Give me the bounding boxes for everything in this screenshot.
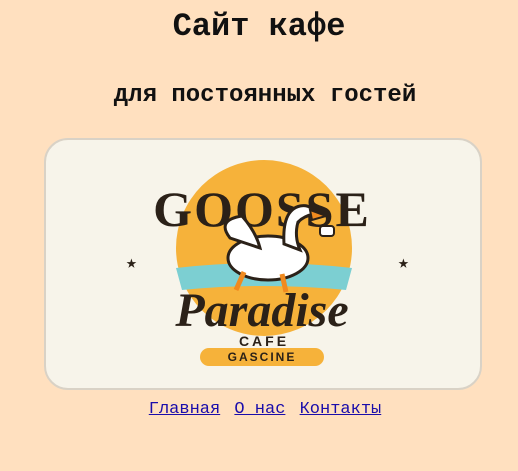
page-title: Сайт кафе bbox=[172, 8, 346, 45]
logo-top-text: GOOSSE bbox=[153, 181, 371, 237]
goose-paradise-logo: GOOSSE ★ ★ Paradise CAFE GASCINE bbox=[126, 160, 409, 366]
star-icon: ★ bbox=[398, 254, 409, 274]
nav-link-about[interactable]: О нас bbox=[234, 400, 285, 419]
logo-ribbon-text: GASCINE bbox=[228, 350, 297, 364]
star-icon: ★ bbox=[126, 254, 137, 274]
coffee-cup-icon bbox=[319, 225, 335, 237]
nav-link-home[interactable]: Главная bbox=[149, 400, 220, 419]
logo-cafe-text: CAFE bbox=[239, 333, 289, 349]
main-nav: Главная О нас Контакты bbox=[0, 400, 518, 419]
cafe-logo-image: GOOSSE ★ ★ Paradise CAFE GASCINE bbox=[44, 138, 482, 390]
page-subtitle: для постоянных гостей bbox=[113, 82, 417, 109]
nav-link-contacts[interactable]: Контакты bbox=[300, 400, 382, 419]
logo-main-text: Paradise bbox=[174, 284, 348, 337]
